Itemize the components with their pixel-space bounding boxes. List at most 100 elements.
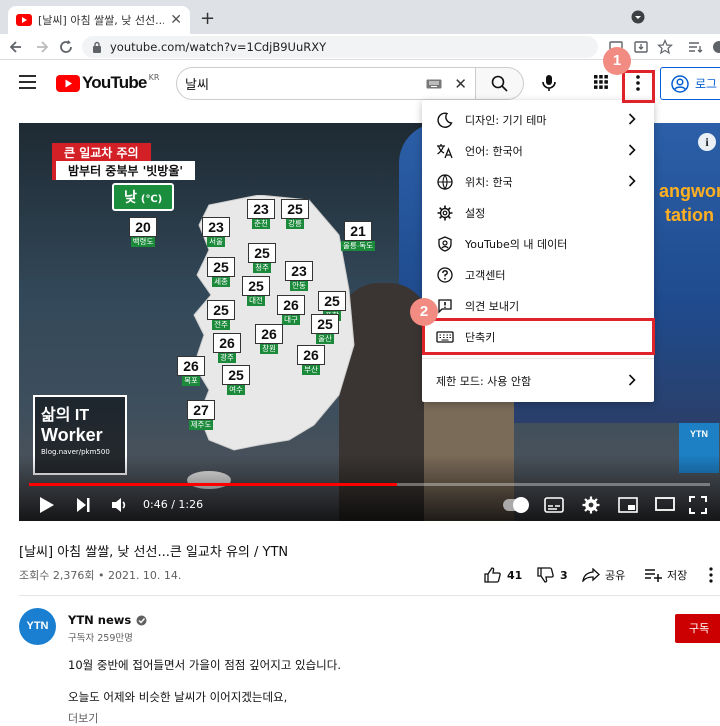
city-temp-value: 25 [311,314,339,334]
city-temperature: 25 전주 [207,300,235,330]
player-gear-icon [582,496,600,514]
menu-item-label: 제한 모드: 사용 안함 [436,375,532,388]
autoplay-knob [513,497,529,513]
time-display: 0:46 / 1:26 [143,498,204,511]
progress-bar[interactable] [29,483,710,486]
save-button[interactable]: 저장 [644,567,687,583]
city-temperature: 23 안동 [285,261,313,291]
city-name: 안동 [290,281,308,291]
theater-button[interactable] [655,497,675,511]
city-name: 울산 [316,334,334,344]
subtitles-icon [544,497,564,513]
watermark-line1: 삶의 IT [41,407,90,424]
more-actions-icon[interactable] [708,567,714,583]
share-button[interactable]: 공유 [582,567,625,583]
city-temperature: 23 춘천 [247,199,275,229]
hamburger-menu-icon[interactable] [19,75,37,89]
voice-search-button[interactable] [538,72,560,94]
city-name: 서울 [207,237,225,247]
channel-name[interactable]: YTN news [68,613,131,627]
menu-item-restricted-mode[interactable]: 제한 모드: 사용 안함 [422,365,654,397]
reload-icon[interactable] [58,39,74,55]
city-temperature: 25 청주 [248,243,276,273]
city-name: 강릉 [286,219,304,229]
translate-icon [436,142,454,160]
settings-menu: 디자인: 기기 테마언어: 한국어 위치: 한국 설정 YouTube의 내 데이터고… [422,100,654,402]
menu-item-label: 디자인: 기기 테마 [465,113,547,127]
autoplay-toggle[interactable] [503,497,529,513]
menu-item-gear[interactable]: 설정 [422,197,654,228]
new-tab-button[interactable]: + [200,8,215,29]
menu-item-translate[interactable]: 언어: 한국어 [422,135,654,166]
subtitles-button[interactable] [544,497,564,513]
city-temperature: 26 대구 [277,295,305,325]
share-label: 공유 [605,569,626,582]
fullscreen-icon [689,496,707,514]
description-line-1: 10월 중반에 접어들면서 가을이 점점 깊어지고 있습니다. [68,658,341,672]
reading-list-icon[interactable] [687,39,703,55]
menu-item-shield-user[interactable]: YouTube의 내 데이터 [422,228,654,259]
forward-icon[interactable] [34,39,50,55]
subscribe-button[interactable]: 구독 [675,614,720,643]
profile-icon[interactable] [710,39,720,55]
back-icon[interactable] [8,39,24,55]
logo-region: KR [148,73,160,82]
player-settings-button[interactable] [582,496,600,514]
info-icon[interactable]: i [698,133,716,151]
city-temp-value: 20 [129,217,157,237]
bus-sign-text-1: angwon [659,181,720,201]
city-temp-value: 26 [297,345,325,365]
play-icon [40,497,54,513]
search-button[interactable] [476,67,524,100]
city-temperature: 25 강릉 [281,199,309,229]
clear-search-icon[interactable]: ✕ [454,75,467,93]
fullscreen-button[interactable] [689,496,707,514]
city-temperature: 26 창원 [255,324,283,354]
microphone-icon [542,75,556,91]
city-temperature: 23 서울 [202,217,230,247]
volume-button[interactable] [111,496,129,514]
bookmark-star-icon[interactable] [657,39,673,55]
city-temperature: 26 광주 [213,333,241,363]
feedback-icon [436,297,454,315]
city-name: 제주도 [188,420,214,430]
city-temperature: 27 제주도 [187,400,215,430]
miniplayer-button[interactable] [618,497,638,513]
city-temp-value: 25 [248,243,276,263]
play-button[interactable] [39,496,55,514]
dislike-button[interactable]: 3 [537,567,568,583]
view-count: 조회수 2,376회 • 2021. 10. 14. [19,569,182,582]
channel-avatar[interactable]: YTN [19,608,56,645]
verified-check-icon [136,615,147,626]
install-app-icon[interactable] [633,39,649,55]
tab-search-icon[interactable] [631,10,645,24]
like-button[interactable]: 41 [484,567,522,583]
menu-item-feedback[interactable]: 의견 보내기 [422,290,654,321]
login-button[interactable]: 로그 [660,67,720,100]
show-more-link[interactable]: 더보기 [68,710,98,726]
menu-item-help[interactable]: 고객센터 [422,259,654,290]
apps-grid-icon[interactable] [594,75,608,89]
address-bar[interactable]: youtube.com/watch?v=1CdjB9UuRXY [82,36,598,58]
banner-white: 밤부터 중북부 '빗방울' [52,161,196,180]
url-text: youtube.com/watch?v=1CdjB9UuRXY [110,40,327,54]
city-name: 부산 [302,365,320,375]
browser-tab[interactable]: [날씨] 아침 쌀쌀, 낮 선선...큰 일 ✕ [8,6,190,34]
thumbs-up-icon [484,567,501,583]
city-name: 청주 [253,263,271,273]
tab-close-icon[interactable]: ✕ [170,12,182,28]
youtube-logo[interactable]: YouTube KR [56,73,159,93]
menu-item-label: YouTube의 내 데이터 [465,237,568,251]
menu-item-label: 의견 보내기 [465,299,520,313]
city-temp-value: 25 [207,300,235,320]
keyboard-icon[interactable] [426,79,442,89]
menu-item-globe[interactable]: 위치: 한국 [422,166,654,197]
city-temp-value: 21 [344,221,373,241]
youtube-favicon-icon [16,14,32,26]
city-name: 목포 [182,376,200,386]
search-input[interactable]: 날씨 ✕ [176,67,476,100]
menu-item-moon[interactable]: 디자인: 기기 테마 [422,104,654,135]
playlist-add-icon [645,569,662,582]
next-button[interactable] [76,497,90,513]
share-icon [582,568,600,582]
